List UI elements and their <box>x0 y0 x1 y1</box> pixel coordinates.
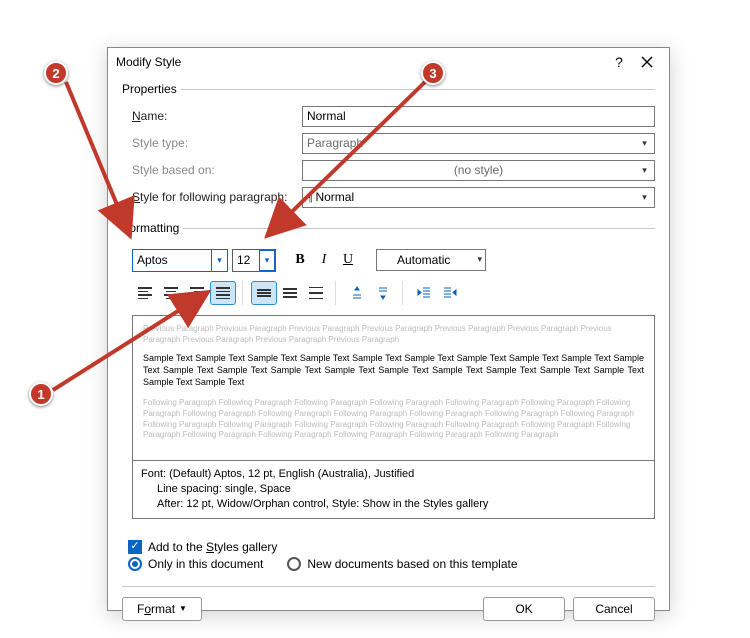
callout-1: 1 <box>29 382 53 406</box>
callout-3: 3 <box>421 61 445 85</box>
arrow-3-to-size <box>0 0 750 638</box>
callout-2: 2 <box>44 61 68 85</box>
